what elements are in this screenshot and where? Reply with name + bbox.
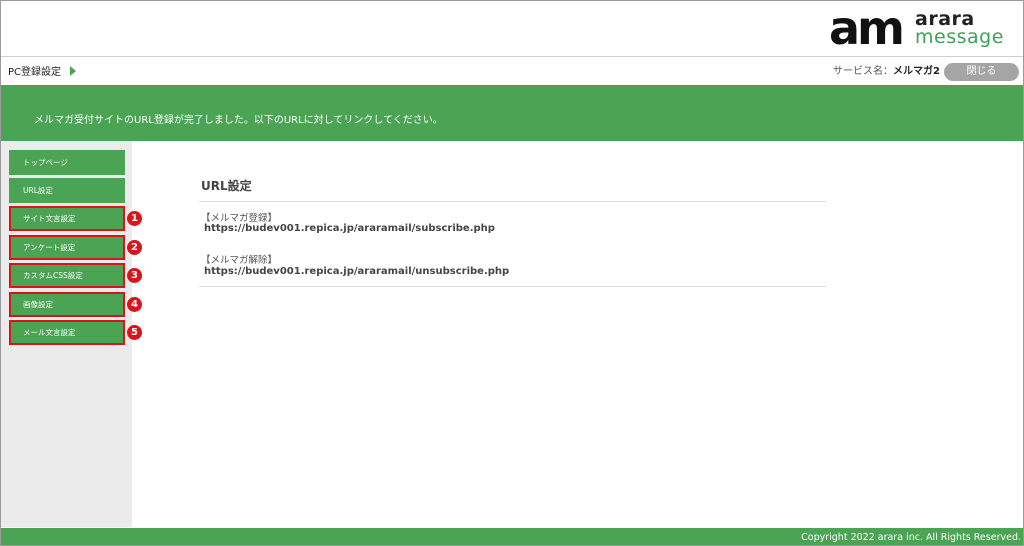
subscribe-label: 【メルマガ登録】 bbox=[201, 213, 278, 224]
divider bbox=[199, 286, 826, 287]
breadcrumb-arrow-icon bbox=[70, 65, 77, 76]
sidebar-item-custom-css-settings[interactable]: カスタムCSS設定 bbox=[9, 263, 125, 288]
service-name-value: メルマガ2 bbox=[893, 66, 940, 77]
unsubscribe-label: 【メルマガ解除】 bbox=[201, 255, 278, 266]
callout-badge: 3 bbox=[127, 268, 142, 283]
logo-word-message: message bbox=[915, 26, 1004, 48]
subscribe-url: https://budev001.repica.jp/araramail/sub… bbox=[204, 223, 495, 234]
logo-mark: am bbox=[829, 1, 905, 55]
callout-badge: 4 bbox=[127, 297, 142, 312]
sidebar-item-top-page[interactable]: トップページ bbox=[9, 150, 125, 175]
arara-message-logo: am arara message bbox=[829, 5, 1009, 51]
close-button[interactable]: 閉じる bbox=[944, 63, 1019, 81]
completion-banner: メルマガ受付サイトのURL登録が完了しました。以下のURLに対してリンクしてくだ… bbox=[1, 85, 1023, 141]
breadcrumb-label: PC登録設定 bbox=[8, 67, 62, 78]
service-prefix: サービス名： bbox=[833, 66, 893, 77]
callout-badge: 5 bbox=[127, 325, 142, 340]
footer: Copyright 2022 arara inc. All Rights Res… bbox=[1, 528, 1023, 545]
sidebar-item-image-settings[interactable]: 画像設定 bbox=[9, 292, 125, 317]
copyright-text: Copyright 2022 arara inc. All Rights Res… bbox=[801, 532, 1021, 543]
service-name: サービス名：メルマガ2 bbox=[833, 62, 940, 77]
sidebar-item-site-text-settings[interactable]: サイト文言設定 bbox=[9, 206, 125, 231]
sidebar-item-url-settings[interactable]: URL設定 bbox=[9, 178, 125, 203]
breadcrumb: PC登録設定 bbox=[8, 63, 77, 78]
sidebar-item-survey-settings[interactable]: アンケート設定 bbox=[9, 235, 125, 260]
app-frame: am arara message PC登録設定 サービス名：メルマガ2 閉じる … bbox=[0, 0, 1024, 546]
header-divider bbox=[1, 56, 1023, 57]
page-title: URL設定 bbox=[201, 179, 252, 193]
banner-message: メルマガ受付サイトのURL登録が完了しました。以下のURLに対してリンクしてくだ… bbox=[34, 115, 443, 126]
callout-badge: 1 bbox=[127, 211, 142, 226]
divider bbox=[199, 201, 826, 202]
sidebar-item-mail-text-settings[interactable]: メール文言設定 bbox=[9, 320, 125, 345]
unsubscribe-url: https://budev001.repica.jp/araramail/uns… bbox=[204, 266, 510, 277]
callout-badge: 2 bbox=[127, 240, 142, 255]
